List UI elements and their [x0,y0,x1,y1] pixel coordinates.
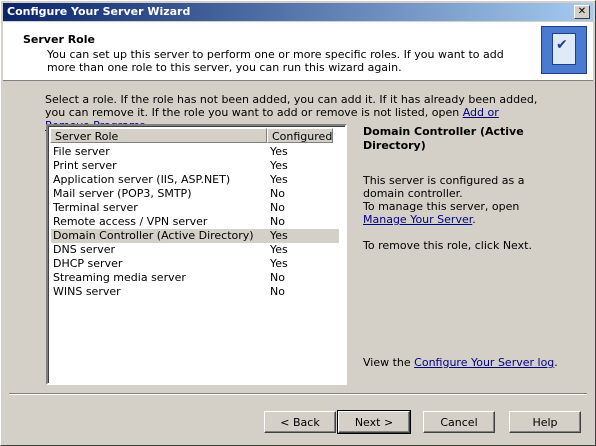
role-name: WINS server [53,285,121,298]
cancel-button[interactable]: Cancel [423,411,495,433]
role-name: Mail server (POP3, SMTP) [53,187,192,200]
role-name: Print server [53,159,117,172]
role-details-title: Domain Controller (Active Directory) [363,125,524,152]
table-row[interactable]: Application server (IIS, ASP.NET) Yes [51,173,339,187]
table-row[interactable]: Streaming media server No [51,271,339,285]
manage-prefix: To manage this server, open [363,200,520,213]
role-configured: Yes [270,159,288,172]
role-name: Application server (IIS, ASP.NET) [53,173,231,186]
role-name: DHCP server [53,257,123,270]
back-button[interactable]: < Back [264,411,336,433]
table-row[interactable]: DNS server Yes [51,243,339,257]
next-button[interactable]: Next > [337,410,411,434]
window-title: Configure Your Server Wizard [7,5,191,18]
role-configured: No [270,187,285,200]
wizard-window: Configure Your Server Wizard ✕ Server Ro… [0,0,596,446]
manage-your-server-link[interactable]: Manage Your Server [363,213,472,226]
role-configured: Yes [270,257,288,270]
button-separator [9,393,587,395]
help-button-label: Help [532,416,558,429]
role-configured: Yes [270,173,288,186]
role-configured: No [270,271,285,284]
role-name: DNS server [53,243,115,256]
configure-server-log-link[interactable]: Configure Your Server log [414,356,554,369]
role-configured: No [270,215,285,228]
wizard-header: Server Role You can set up this server t… [3,22,593,81]
table-row[interactable]: File server Yes [51,145,339,159]
server-role-list[interactable]: Server Role Configured File server Yes Pri… [46,124,347,385]
table-row[interactable]: Mail server (POP3, SMTP) No [51,187,339,201]
wizard-checklist-icon: ✔ [541,26,587,74]
role-configured: Yes [270,229,288,242]
manage-suffix: . [472,213,476,226]
role-name: Domain Controller (Active Directory) [53,229,254,242]
close-icon[interactable]: ✕ [574,5,590,19]
role-configured: No [270,201,285,214]
page-title: Server Role [23,33,95,46]
column-header-configured[interactable]: Configured [267,128,333,143]
table-row[interactable]: Terminal server No [51,201,339,215]
remove-role-text: To remove this role, click Next. [363,239,532,252]
role-name: Terminal server [53,201,138,214]
role-name: Remote access / VPN server [53,215,208,228]
title-bar[interactable]: Configure Your Server Wizard ✕ [3,3,593,21]
role-configured: Yes [270,243,288,256]
log-suffix: . [554,356,558,369]
page-description: You can set up this server to perform on… [47,48,504,74]
table-row[interactable]: Print server Yes [51,159,339,173]
role-details-description: This server is configured as a domain co… [363,174,563,226]
back-button-label: < Back [280,416,320,429]
table-row[interactable]: Remote access / VPN server No [51,215,339,229]
column-header-server-role[interactable]: Server Role [50,128,267,143]
configured-text: This server is configured as a domain co… [363,174,525,200]
role-configured: Yes [270,145,288,158]
table-row[interactable]: WINS server No [51,285,339,299]
log-text: View the Configure Your Server log. [363,356,558,369]
role-configured: No [270,285,285,298]
role-name: File server [53,145,110,158]
help-button[interactable]: Help [509,411,581,433]
cancel-button-label: Cancel [440,416,478,429]
log-prefix: View the [363,356,415,369]
table-row[interactable]: Domain Controller (Active Directory) Yes [51,229,339,243]
next-button-label: Next > [354,416,394,429]
table-row[interactable]: DHCP server Yes [51,257,339,271]
role-name: Streaming media server [53,271,186,284]
